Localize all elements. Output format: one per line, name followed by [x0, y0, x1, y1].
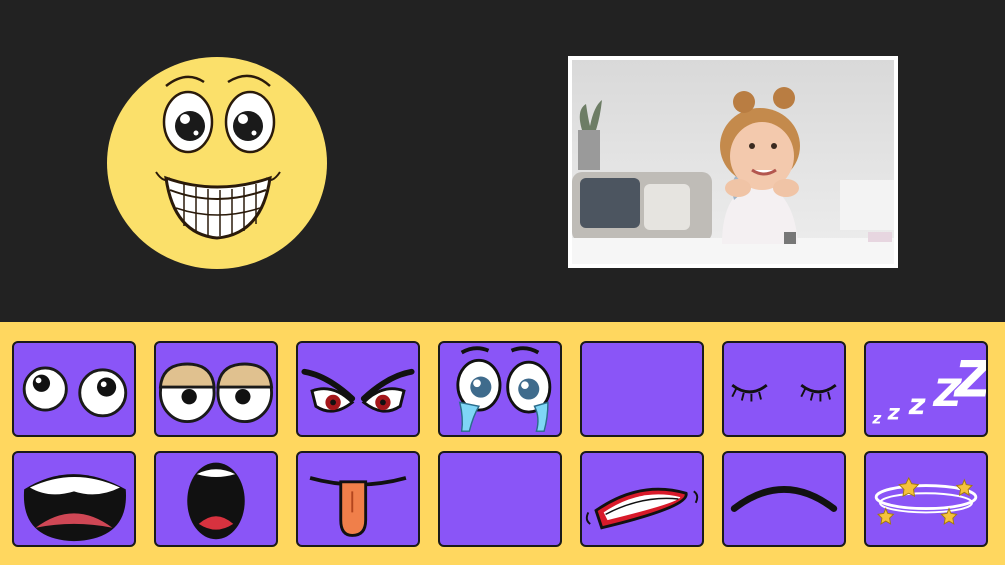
- tongue-mouth-icon: [309, 476, 407, 537]
- tile-gritted-teeth-mouth[interactable]: [580, 451, 704, 547]
- angry-eyes-icon: [301, 368, 415, 413]
- tile-sleepy-lidded-eyes[interactable]: [154, 341, 278, 437]
- round-eyes-icon: [22, 366, 128, 418]
- tile-crying-eyes[interactable]: [438, 341, 562, 437]
- child-photo: [572, 60, 894, 264]
- tile-dizzy-stars[interactable]: [864, 451, 988, 547]
- tile-frown-mouth[interactable]: [722, 451, 846, 547]
- crying-eyes-icon: [456, 346, 552, 432]
- sleepy-eyes-icon: [158, 362, 274, 424]
- svg-text:z: z: [871, 410, 881, 428]
- screaming-mouth-icon: [23, 474, 126, 542]
- tile-closed-eyes[interactable]: [722, 341, 846, 437]
- tile-empty-2[interactable]: [438, 451, 562, 547]
- svg-text:z: z: [908, 387, 926, 421]
- zzz-icon: z z z Z Z: [871, 351, 986, 428]
- photo-frame[interactable]: [568, 56, 898, 268]
- tile-round-eyes[interactable]: [12, 341, 136, 437]
- tile-empty-1[interactable]: [580, 341, 704, 437]
- shocked-mouth-icon: [187, 462, 245, 540]
- tile-screaming-mouth[interactable]: [12, 451, 136, 547]
- tile-sleep-zzz[interactable]: z z z Z Z: [864, 341, 988, 437]
- svg-text:Z: Z: [953, 351, 986, 409]
- tile-angry-eyes[interactable]: [296, 341, 420, 437]
- canvas-stage[interactable]: [0, 0, 1005, 322]
- dizzy-stars-icon: [874, 476, 978, 525]
- tile-tongue-out-mouth[interactable]: [296, 451, 420, 547]
- svg-text:z: z: [887, 400, 901, 425]
- tile-shocked-mouth[interactable]: [154, 451, 278, 547]
- grinning-face-emoji[interactable]: [104, 56, 330, 270]
- frown-icon: [730, 486, 838, 512]
- gritted-teeth-icon: [585, 487, 699, 530]
- sticker-palette: z z z Z Z: [0, 322, 1005, 565]
- closed-eyes-icon: [731, 384, 837, 402]
